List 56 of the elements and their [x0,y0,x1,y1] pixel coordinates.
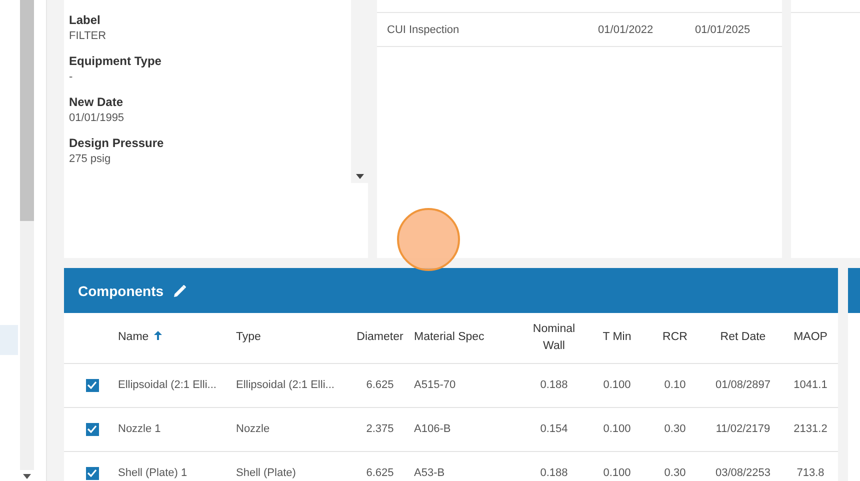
table-cell: 0.188 [540,467,568,479]
table-cell: 6.625 [366,467,394,479]
table-cell: 0.100 [603,467,631,479]
table-cell: A106-B [414,423,451,435]
scroll-down-icon[interactable] [356,174,364,179]
table-cell: 0.100 [603,423,631,435]
field-label: Equipment Type [69,53,162,69]
column-header[interactable]: Nominal Wall [529,320,579,355]
table-cell: A53-B [414,467,445,479]
table-cell-text: 01/01/2025 [694,24,752,36]
table-cell: Ellipsoidal (2:1 Elli... [118,379,216,391]
table-cell: 0.30 [664,423,686,435]
field-value: 275 psig [69,152,112,167]
sort-up-icon[interactable] [154,331,162,340]
table-cell: 0.10 [664,379,686,391]
column-header[interactable]: RCR [662,331,688,344]
table-cell: Ellipsoidal (2:1 Elli... [236,379,334,391]
table-cell: 11/02/2179 [716,423,770,435]
column-header[interactable]: Material Spec [414,331,484,344]
field-value: FILTER [69,29,108,44]
edit-icon[interactable] [174,284,186,296]
table-cell: 03/08/2253 [715,467,771,479]
table-cell: Shell (Plate) 1 [118,467,188,479]
column-header[interactable]: MAOP [794,331,828,344]
table-cell-text: 01/01/2022 [597,24,654,36]
scroll-down-icon[interactable] [23,474,31,479]
field-label: Label [69,12,102,28]
table-cell: Shell (Plate) [236,467,296,479]
table-cell: 0.100 [603,379,631,391]
table-cell: 6.625 [366,379,394,391]
column-header[interactable]: Type [236,331,261,344]
table-cell: 0.188 [540,379,568,391]
table-cell: 0.154 [540,423,568,435]
checkbox[interactable] [86,378,98,392]
table-cell: Nozzle [236,423,270,435]
field-label: Design Pressure [69,135,165,151]
table-cell: 01/08/2897 [715,379,771,391]
panel-title: Components [78,282,164,298]
table-cell: 2131.2 [794,423,828,435]
field-value: 01/01/1995 [69,111,126,126]
table-cell: 0.30 [664,467,686,479]
checkbox[interactable] [86,466,98,480]
column-header[interactable]: Diameter [356,331,404,344]
field-label: New Date [69,94,124,110]
field-value: - [69,70,74,85]
column-header[interactable]: T Min [602,331,632,344]
table-cell: 713.8 [796,467,824,479]
column-header[interactable]: Name [118,331,162,344]
table-cell: 1041.1 [794,379,828,391]
table-cell-text: CUI Inspection [386,24,460,36]
column-header[interactable]: Ret Date [720,331,766,344]
scrollbar-thumb[interactable] [20,0,34,221]
table-cell: Nozzle 1 [118,423,161,435]
table-cell: 2.375 [366,423,394,435]
checkbox[interactable] [86,422,98,436]
table-cell: A515-70 [414,379,456,391]
